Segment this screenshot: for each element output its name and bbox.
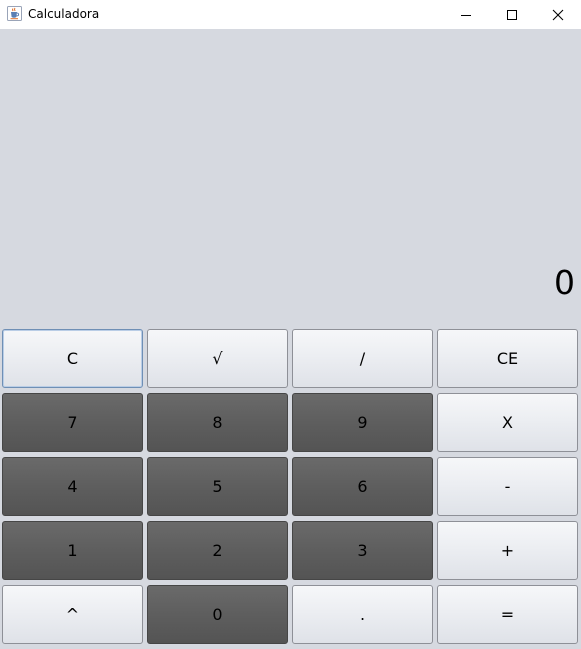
calculator-display: 0 [0,29,581,326]
digit-6-button[interactable]: 6 [292,457,433,516]
digit-9-button[interactable]: 9 [292,393,433,452]
display-value: 0 [554,263,575,302]
digit-3-button[interactable]: 3 [292,521,433,580]
digit-1-button[interactable]: 1 [2,521,143,580]
keypad: C √ / CE 7 8 9 X 4 5 6 - 1 2 3 + ^ 0 . = [0,327,581,649]
digit-7-button[interactable]: 7 [2,393,143,452]
close-button[interactable] [535,0,581,29]
power-button[interactable]: ^ [2,585,143,644]
minimize-icon [461,14,471,16]
digit-5-button[interactable]: 5 [147,457,288,516]
equals-button[interactable]: = [437,585,578,644]
multiply-button[interactable]: X [437,393,578,452]
maximize-icon [507,9,517,20]
add-button[interactable]: + [437,521,578,580]
calculator-window: Calculadora 0 C √ / CE 7 8 9 X 4 5 6 - 1… [0,0,581,649]
clear-entry-button[interactable]: CE [437,329,578,388]
decimal-point-button[interactable]: . [292,585,433,644]
digit-8-button[interactable]: 8 [147,393,288,452]
java-cup-icon [7,6,22,21]
minimize-button[interactable] [443,0,489,29]
subtract-button[interactable]: - [437,457,578,516]
digit-4-button[interactable]: 4 [2,457,143,516]
square-root-button[interactable]: √ [147,329,288,388]
clear-button[interactable]: C [2,329,143,388]
divide-button[interactable]: / [292,329,433,388]
digit-0-button[interactable]: 0 [147,585,288,644]
digit-2-button[interactable]: 2 [147,521,288,580]
maximize-button[interactable] [489,0,535,29]
close-icon [552,9,564,20]
window-title: Calculadora [28,7,100,21]
title-bar[interactable]: Calculadora [0,0,581,29]
